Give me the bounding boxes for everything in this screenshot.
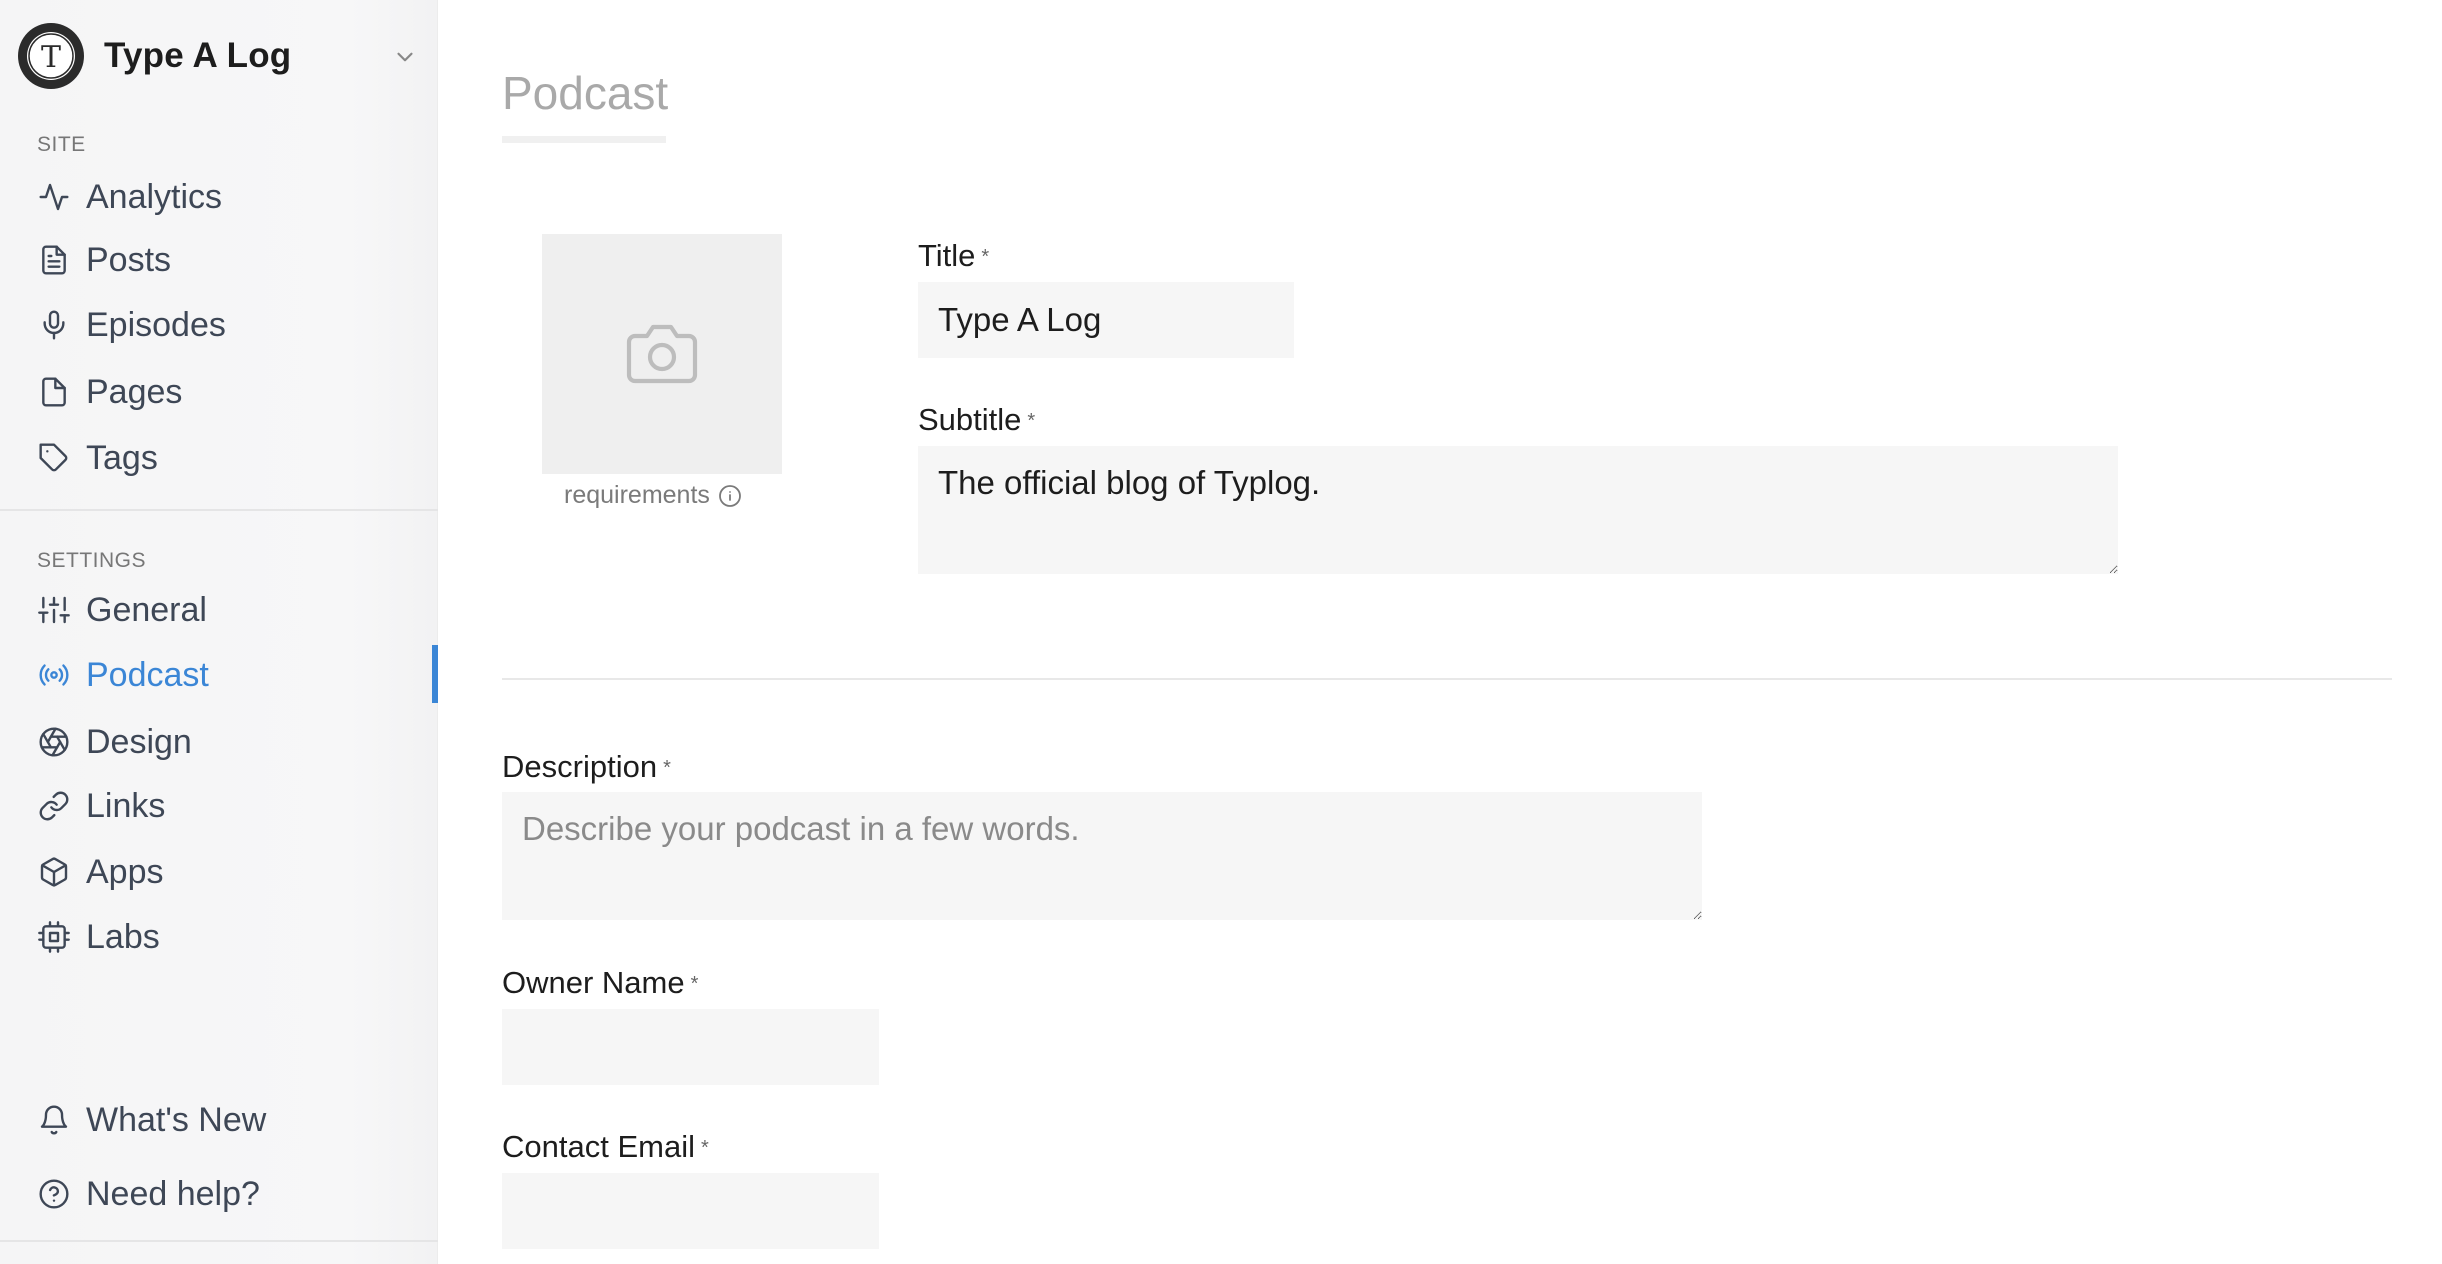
site-logo: T — [18, 23, 84, 89]
box-icon — [40, 857, 68, 887]
sidebar-item-tags[interactable]: Tags — [38, 433, 428, 483]
sidebar-item-label: Apps — [86, 852, 164, 891]
sidebar-item-episodes[interactable]: Episodes — [38, 300, 428, 350]
description-label-text: Description — [502, 749, 658, 784]
subtitle-label-text: Subtitle — [918, 402, 1022, 437]
required-mark: * — [663, 757, 671, 780]
cover-image-upload[interactable] — [542, 234, 782, 474]
required-mark: * — [1027, 410, 1036, 433]
link-icon — [39, 791, 69, 821]
sidebar-item-posts[interactable]: Posts — [38, 235, 428, 285]
sidebar-item-need-help[interactable]: Need help? — [38, 1169, 428, 1219]
info-icon — [719, 484, 741, 507]
owner-name-label: Owner Name * — [502, 965, 698, 1001]
cover-requirements-link[interactable]: requirements — [564, 481, 742, 510]
sidebar-item-general[interactable]: General — [38, 585, 428, 635]
svg-text:T: T — [41, 40, 61, 75]
description-textarea[interactable] — [502, 792, 1702, 920]
sidebar-item-label: Need help? — [86, 1174, 260, 1213]
site-name: Type A Log — [104, 36, 292, 75]
subtitle-textarea[interactable]: The official blog of Typlog. — [918, 446, 2118, 574]
description-label: Description * — [502, 749, 671, 785]
sidebar-item-podcast[interactable]: Podcast — [38, 650, 428, 700]
sidebar-item-links[interactable]: Links — [38, 781, 428, 831]
sidebar-item-label: Pages — [86, 372, 183, 411]
sidebar-item-label: Posts — [86, 240, 172, 279]
document-icon — [42, 245, 66, 275]
help-circle-icon — [39, 1179, 69, 1209]
site-switcher[interactable]: T Type A Log — [18, 22, 418, 90]
camera-icon — [626, 324, 698, 384]
subtitle-label: Subtitle * — [918, 402, 1035, 438]
requirements-label: requirements — [564, 481, 710, 509]
sidebar-item-design[interactable]: Design — [38, 717, 428, 767]
activity-icon — [39, 183, 69, 211]
section-divider — [502, 678, 2392, 680]
sidebar-divider — [0, 1240, 438, 1242]
sidebar: T Type A Log SITE Analytics Posts Episod… — [0, 0, 438, 1264]
aperture-icon — [39, 727, 69, 757]
required-mark: * — [981, 246, 990, 269]
sidebar-item-label: Design — [86, 722, 192, 761]
site-section-label: SITE — [37, 133, 86, 156]
sidebar-item-label: What's New — [86, 1100, 267, 1139]
sidebar-item-analytics[interactable]: Analytics — [38, 172, 428, 222]
title-input[interactable] — [918, 282, 1294, 358]
title-label: Title * — [918, 238, 989, 274]
bell-icon — [40, 1105, 68, 1135]
contact-email-label: Contact Email * — [502, 1129, 709, 1165]
contact-email-label-text: Contact Email — [502, 1129, 695, 1164]
cpu-icon — [38, 921, 70, 953]
file-icon — [42, 377, 66, 407]
owner-name-label-text: Owner Name — [502, 965, 685, 1000]
sidebar-item-label: Tags — [86, 438, 158, 477]
chevron-down-icon[interactable] — [392, 44, 418, 70]
owner-name-input[interactable] — [502, 1009, 879, 1085]
microphone-icon — [43, 310, 65, 340]
broadcast-icon — [39, 664, 69, 686]
sidebar-item-whats-new[interactable]: What's New — [38, 1095, 428, 1145]
sidebar-item-label: Episodes — [86, 305, 226, 344]
sidebar-item-label: Podcast — [86, 655, 209, 694]
sidebar-item-pages[interactable]: Pages — [38, 367, 428, 417]
contact-email-input[interactable] — [502, 1173, 879, 1249]
sidebar-item-apps[interactable]: Apps — [38, 847, 428, 897]
title-label-text: Title — [918, 238, 976, 273]
sidebar-divider — [0, 509, 438, 511]
active-indicator — [432, 645, 438, 703]
settings-section-label: SETTINGS — [37, 549, 147, 572]
sliders-icon — [38, 596, 70, 624]
page-title-underline — [502, 136, 666, 143]
required-mark: * — [690, 973, 699, 996]
sidebar-item-label: Analytics — [86, 177, 223, 216]
sidebar-item-label: Labs — [86, 917, 160, 956]
sidebar-item-label: Links — [86, 786, 166, 825]
sidebar-item-label: General — [86, 590, 207, 629]
required-mark: * — [700, 1137, 709, 1160]
sidebar-item-labs[interactable]: Labs — [38, 912, 428, 962]
tag-icon — [39, 443, 68, 472]
page-title: Podcast — [502, 67, 669, 119]
